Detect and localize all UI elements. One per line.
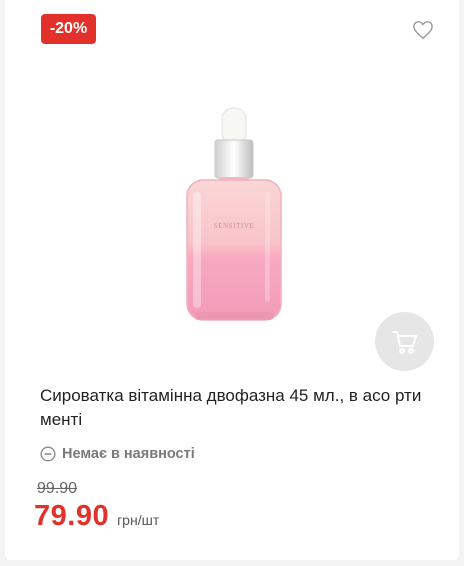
- availability-text: Немає в наявності: [62, 446, 195, 462]
- availability-status: Немає в наявності: [40, 444, 195, 464]
- product-image[interactable]: SENSITIVE: [165, 100, 315, 332]
- current-price: 79.90: [34, 500, 110, 532]
- discount-badge: -20%: [41, 14, 96, 44]
- price-unit: грн/шт: [117, 512, 160, 528]
- favorite-button[interactable]: [410, 17, 436, 43]
- price-row: 79.90 грн/шт: [34, 500, 159, 533]
- old-price: 99.90: [37, 480, 78, 497]
- minus-circle-icon: [40, 446, 56, 462]
- product-card[interactable]: -20% SENSITIVE Сироватка вітамінна двофа…: [5, 0, 459, 560]
- product-title[interactable]: Сироватка вітамінна двофазна 45 мл., в а…: [40, 384, 432, 432]
- add-to-cart-button[interactable]: [375, 312, 434, 371]
- cart-icon: [391, 330, 417, 354]
- heart-outline-icon: [413, 21, 433, 39]
- bottle-label-text: SENSITIVE: [214, 222, 255, 230]
